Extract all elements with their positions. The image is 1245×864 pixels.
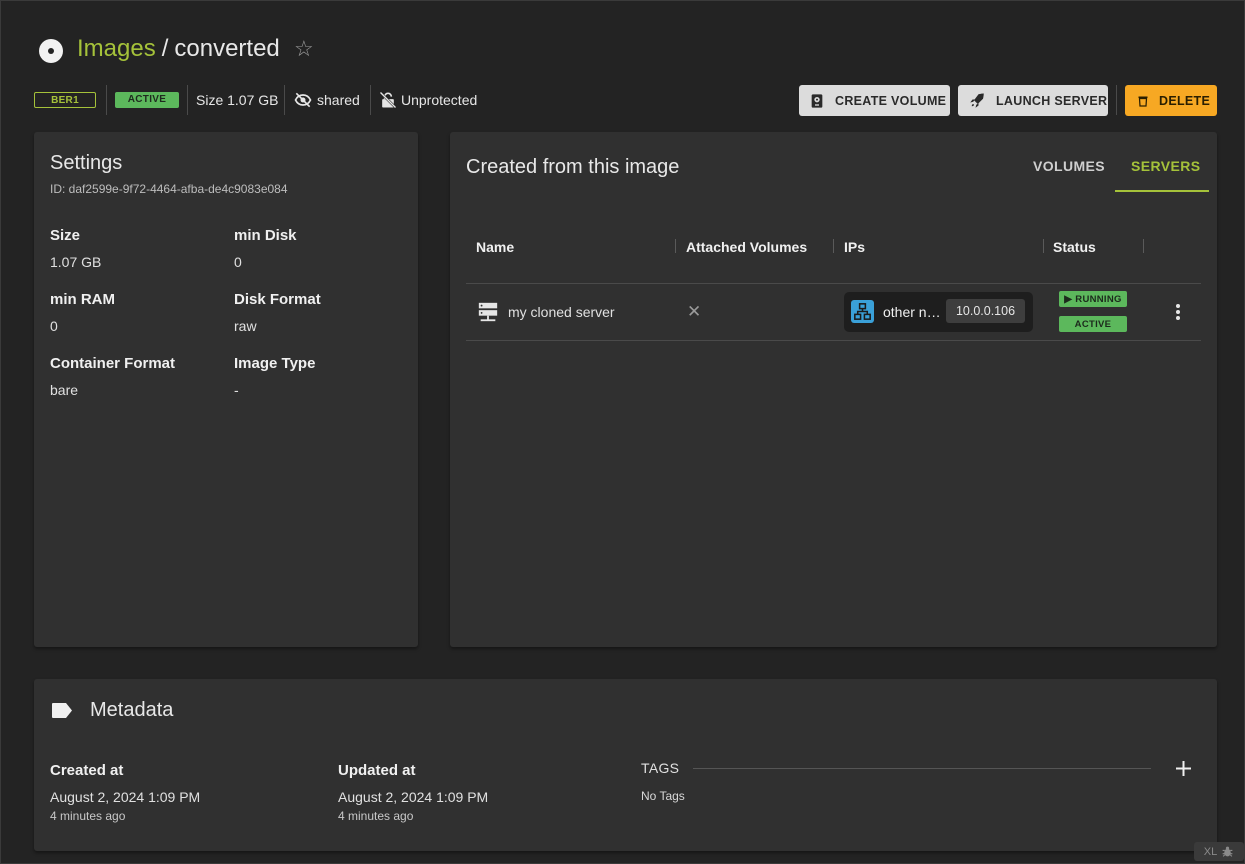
min-ram-value: 0 [50,318,58,334]
column-divider [1143,239,1144,253]
delete-button[interactable]: DELETE [1125,85,1217,116]
image-type-value: - [234,382,239,398]
divider [284,85,285,115]
column-header-attached-volumes[interactable]: Attached Volumes [686,239,807,255]
play-icon: ▶ [1064,293,1073,305]
network-name: other n… [883,304,941,320]
settings-card [34,132,418,647]
no-tags-text: No Tags [641,789,685,803]
breakpoint-label: XL [1203,845,1218,858]
divider [106,85,107,115]
row-divider [466,340,1201,341]
column-divider [675,239,676,253]
column-header-status[interactable]: Status [1053,239,1096,255]
updated-at-value: August 2, 2024 1:09 PM [338,789,489,805]
delete-label: DELETE [1159,93,1211,108]
breadcrumb-separator: / [161,35,169,62]
protection-text: Unprotected [401,92,478,108]
row-menu-icon[interactable] [1171,302,1185,322]
created-from-image-card [450,132,1217,647]
trash-icon [1138,96,1148,107]
created-at-relative: 4 minutes ago [50,809,126,823]
active-tab-indicator [1115,190,1209,192]
no-attached-volumes-icon: ✕ [687,302,702,321]
status-badge: ACTIVE [115,92,179,108]
divider [187,85,188,115]
page-title: Images / converted [77,35,280,63]
image-disc-icon [39,39,63,63]
image-id: ID: daf2599e-9f72-4464-afba-de4c9083e084 [50,182,288,196]
container-format-label: Container Format [50,355,176,372]
tab-volumes[interactable]: VOLUMES [1033,158,1105,174]
server-icon [478,302,498,322]
image-type-label: Image Type [234,355,316,372]
visibility-text: shared [317,92,360,108]
disk-format-value: raw [234,318,257,334]
breadcrumb-images-link[interactable]: Images [77,35,156,62]
tags-label: TAGS [641,760,680,776]
column-header-ips[interactable]: IPs [844,239,865,255]
metadata-card [34,679,1217,851]
create-volume-button[interactable]: CREATE VOLUME [799,85,950,116]
settings-title: Settings [50,152,123,174]
disk-format-label: Disk Format [234,291,321,308]
server-name-link[interactable]: my cloned server [508,304,615,320]
power-state-badge: ▶ RUNNING [1059,291,1127,307]
updated-at-label: Updated at [338,762,416,779]
power-state-label: RUNNING [1075,293,1122,305]
updated-at-relative: 4 minutes ago [338,809,414,823]
launch-server-label: LAUNCH SERVER [996,93,1108,108]
tag-icon [52,703,72,718]
column-divider [1043,239,1044,253]
created-from-title: Created from this image [466,156,680,178]
breakpoint-badge[interactable]: XL [1194,842,1244,861]
size-value: 1.07 GB [50,254,102,270]
image-size: Size 1.07 GB [196,92,279,108]
min-disk-label: min Disk [234,227,297,244]
divider [370,85,371,115]
metadata-title: Metadata [90,699,174,721]
column-header-name[interactable]: Name [476,239,514,255]
created-at-label: Created at [50,762,124,779]
volume-icon [811,93,823,108]
launch-server-button[interactable]: LAUNCH SERVER [958,85,1108,116]
bug-icon [1222,846,1233,857]
network-icon [851,300,874,323]
size-label: Size [50,227,81,244]
image-name: converted [174,35,280,62]
ip-address: 10.0.0.106 [946,299,1025,323]
unlock-icon [379,91,397,109]
tags-divider [693,768,1151,769]
created-at-value: August 2, 2024 1:09 PM [50,789,201,805]
rocket-icon [970,93,984,108]
create-volume-label: CREATE VOLUME [835,93,947,108]
container-format-value: bare [50,382,79,398]
eye-off-icon [294,92,312,108]
region-badge: BER1 [34,92,96,108]
table-header-divider [466,283,1201,284]
favorite-star-icon[interactable]: ☆ [294,36,314,62]
min-disk-value: 0 [234,254,242,270]
min-ram-label: min RAM [50,291,115,308]
add-tag-button[interactable] [1175,760,1192,777]
server-status-badge: ACTIVE [1059,316,1127,332]
divider [1116,85,1117,115]
column-divider [833,239,834,253]
tab-servers[interactable]: SERVERS [1131,158,1200,174]
